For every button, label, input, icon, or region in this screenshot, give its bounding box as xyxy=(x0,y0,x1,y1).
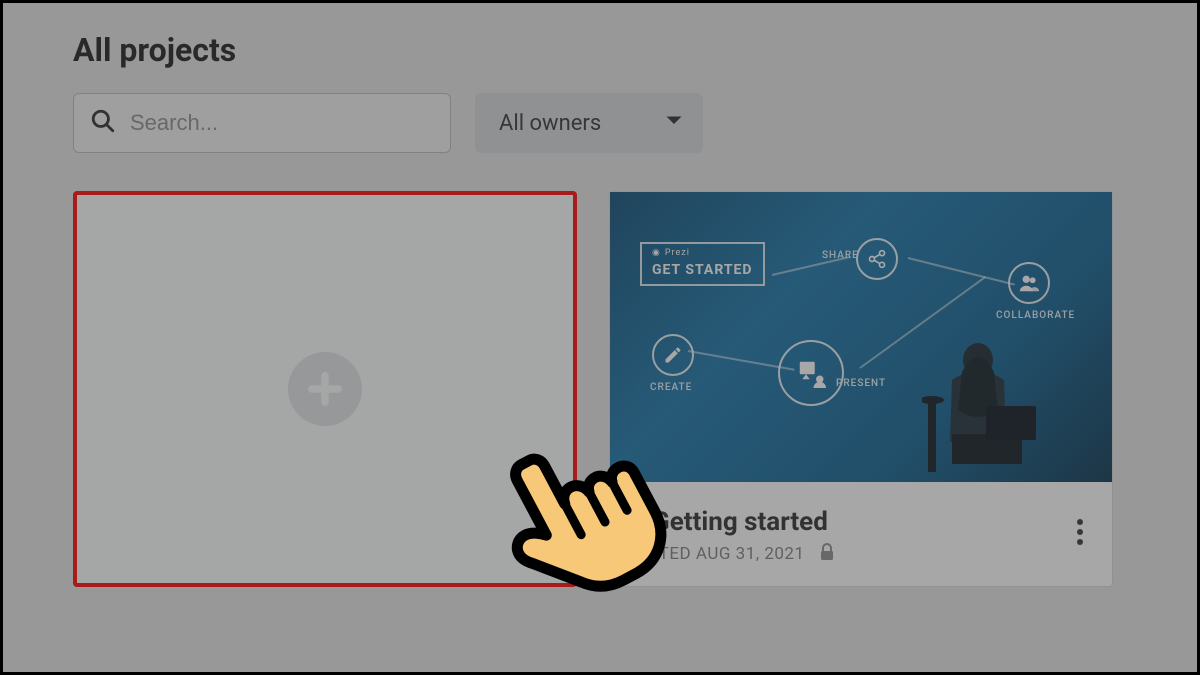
owner-filter-dropdown[interactable]: All owners xyxy=(475,93,703,153)
project-more-button[interactable] xyxy=(1070,512,1090,556)
page-title: All projects xyxy=(73,31,1127,69)
search-icon xyxy=(90,108,116,138)
project-card[interactable]: ◉ Prezi GET STARTED SHARE COLLA xyxy=(609,191,1113,587)
controls-row: All owners xyxy=(73,93,1127,153)
project-meta: Getting started EDITED AUG 31, 2021 xyxy=(610,482,1112,586)
project-thumbnail: ◉ Prezi GET STARTED SHARE COLLA xyxy=(610,192,1112,482)
project-title: Getting started xyxy=(652,507,828,537)
search-box[interactable] xyxy=(73,93,451,153)
search-input[interactable] xyxy=(130,110,434,136)
plus-icon xyxy=(288,352,362,426)
owner-filter-label: All owners xyxy=(499,111,601,136)
lock-icon xyxy=(819,543,835,566)
chevron-down-icon xyxy=(665,111,683,136)
project-edited-label: EDITED AUG 31, 2021 xyxy=(632,544,805,564)
project-type-badge xyxy=(632,510,642,534)
cards-row: ◉ Prezi GET STARTED SHARE COLLA xyxy=(73,191,1127,587)
new-project-card[interactable] xyxy=(73,191,577,587)
